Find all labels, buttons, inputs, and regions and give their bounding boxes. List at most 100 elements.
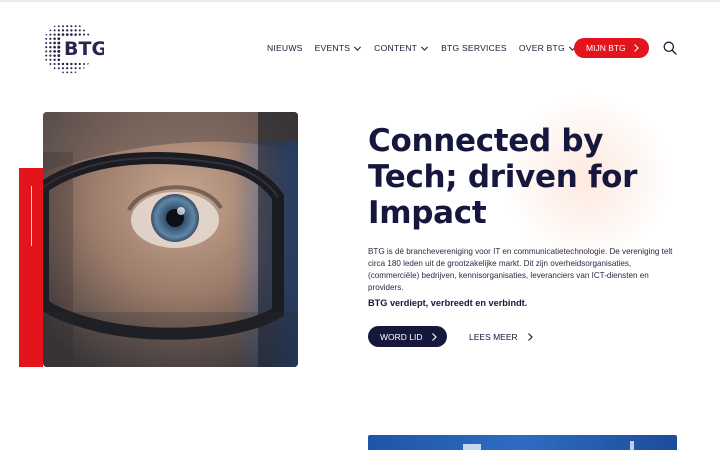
logo-dot — [62, 25, 64, 28]
logo-dot — [57, 54, 61, 58]
logo-dot — [83, 63, 85, 65]
logo-dot — [57, 37, 61, 41]
logo-dot — [74, 67, 77, 70]
nav-item-content[interactable]: CONTENT — [374, 43, 429, 53]
hero-photo-glasses — [43, 112, 298, 367]
logo-dot — [45, 54, 48, 57]
logo-dot — [87, 63, 90, 65]
logo-dot — [70, 62, 73, 66]
nav-label: EVENTS — [314, 43, 351, 53]
logo-dot — [61, 29, 65, 32]
logo-dot — [65, 33, 69, 36]
logo-dot — [49, 29, 52, 32]
logo-dot — [53, 45, 56, 49]
logo-dot — [78, 29, 81, 32]
logo-dot — [49, 54, 52, 57]
logo-dot — [74, 29, 77, 32]
logo-dot — [83, 29, 85, 32]
logo-dot — [45, 33, 48, 36]
chevron-right-icon — [634, 44, 639, 52]
logo-dot — [57, 62, 60, 66]
logo-dot — [49, 33, 52, 36]
mijn-btg-button[interactable]: MIJN BTG — [574, 38, 649, 58]
top-border — [0, 0, 720, 2]
mijn-btg-label: MIJN BTG — [586, 43, 626, 53]
content-photo — [368, 435, 677, 450]
logo-dot — [53, 25, 56, 28]
logo-dot — [83, 67, 85, 70]
logo-dot — [49, 46, 52, 49]
logo-dot — [74, 33, 77, 36]
logo-dot — [70, 25, 73, 28]
nav-item-nieuws[interactable]: NIEUWS — [267, 43, 303, 53]
logo-dot — [78, 33, 81, 36]
hero-tagline: BTG verdiept, verbreedt en verbindt. — [368, 298, 528, 308]
logo-dot — [82, 33, 86, 36]
word-lid-label: WORD LID — [380, 331, 423, 342]
logo-dot — [49, 58, 52, 61]
logo-dot — [66, 71, 69, 74]
logo-dot — [78, 25, 81, 28]
logo-text: BTG — [64, 38, 104, 60]
logo-dot — [53, 29, 56, 32]
word-lid-button[interactable]: WORD LID — [368, 326, 447, 347]
nav-label: CONTENT — [374, 43, 418, 53]
logo-dot — [66, 25, 69, 28]
logo-dot — [45, 58, 48, 61]
logo-dot — [78, 62, 81, 66]
logo-dot — [53, 50, 56, 53]
logo-dot — [57, 25, 60, 28]
logo-dot — [66, 29, 69, 32]
nav-item-events[interactable]: EVENTS — [315, 43, 363, 53]
chevron-right-icon — [527, 332, 533, 341]
logo-dot — [74, 62, 77, 66]
logo-dot — [53, 67, 56, 70]
logo-dot — [57, 49, 61, 53]
logo-dot — [57, 33, 61, 36]
chevron-down-icon — [421, 46, 429, 51]
logo-dot — [65, 62, 69, 66]
logo-dot — [53, 58, 56, 61]
logo-dot — [45, 37, 48, 40]
logo-dot — [74, 71, 77, 74]
logo-dot — [66, 67, 69, 70]
accent-bar-line — [31, 186, 32, 246]
logo-dot — [49, 50, 52, 53]
logo-dot — [53, 62, 56, 66]
logo-dot — [53, 37, 56, 41]
logo-dot — [45, 46, 48, 49]
nav-label: BTG SERVICES — [441, 43, 507, 53]
logo-dot — [57, 58, 61, 62]
chevron-down-icon — [354, 46, 362, 51]
logo-dot — [49, 63, 52, 65]
logo-dot — [49, 41, 52, 45]
logo-dot — [62, 71, 64, 74]
hero-title: Connected by Tech; driven for Impact — [368, 123, 638, 231]
nav-label: OVER BTG — [518, 43, 565, 53]
logo-dot — [78, 67, 81, 70]
logo-dot — [61, 33, 65, 36]
nav-item-btg-services[interactable]: BTG SERVICES — [441, 43, 507, 53]
logo-dot — [53, 33, 56, 36]
logo-dot — [57, 45, 61, 49]
btg-logo[interactable]: BTG — [42, 18, 104, 78]
lees-meer-label: LEES MEER — [469, 331, 518, 342]
chevron-right-icon — [432, 333, 437, 341]
logo-dot — [70, 71, 73, 74]
logo-dot — [70, 67, 73, 70]
logo-dot — [74, 25, 77, 28]
logo-dot — [57, 29, 60, 32]
lees-meer-link[interactable]: LEES MEER — [469, 326, 534, 347]
logo-dot — [61, 67, 65, 70]
logo-dot — [87, 33, 90, 36]
logo-dot — [70, 33, 73, 36]
logo-dot — [57, 41, 61, 45]
hero-description: BTG is dé branchevereniging voor IT en c… — [368, 247, 673, 292]
logo-dot — [45, 50, 48, 53]
search-icon[interactable] — [662, 40, 678, 56]
nav-label: NIEUWS — [267, 43, 303, 53]
main-nav: NIEUWS EVENTS CONTENT BTG SERVICES OVER … — [267, 40, 577, 56]
logo-dot — [45, 42, 48, 44]
logo-dot — [49, 37, 52, 40]
nav-item-over-btg[interactable]: OVER BTG — [519, 43, 577, 53]
